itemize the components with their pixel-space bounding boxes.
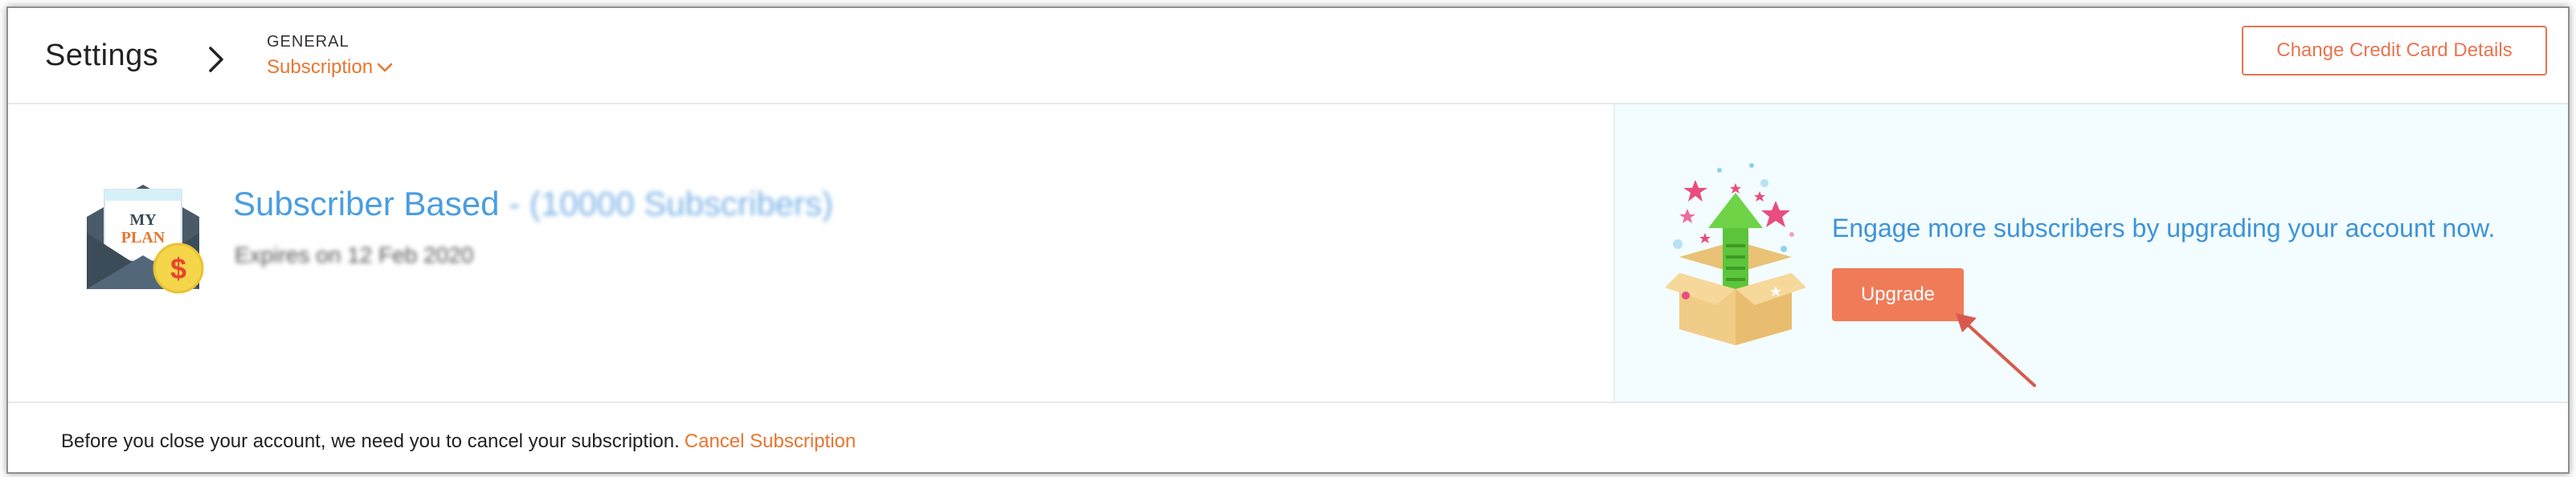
page-title: Settings [45,39,159,72]
cancel-notice: Before you close your account, we need y… [61,430,856,453]
upgrade-message: Engage more subscribers by upgrading you… [1832,214,2496,243]
gift-box-arrow-icon [1665,163,1806,345]
change-credit-card-button[interactable]: Change Credit Card Details [2242,26,2547,75]
upgrade-panel: Engage more subscribers by upgrading you… [1613,104,2568,402]
svg-text:MY: MY [129,211,157,229]
breadcrumb-section: GENERAL [267,33,350,51]
chevron-right-icon [209,47,223,72]
header-bar: Settings GENERAL Subscription Change Cre… [8,8,2568,104]
cancel-subscription-link[interactable]: Cancel Subscription [685,430,856,452]
cancel-notice-text: Before you close your account, we need y… [61,430,680,452]
plan-panel: MY PLAN $ Subscriber Based - (10000 Subs… [8,104,1613,402]
plan-subscriber-count: (10000 Subscribers) [529,185,834,222]
subscription-dropdown-label: Subscription [267,56,374,78]
svg-text:$: $ [170,252,186,285]
breadcrumb: GENERAL Subscription [267,32,394,79]
footer-bar: Before you close your account, we need y… [8,402,2568,472]
settings-window: Settings GENERAL Subscription Change Cre… [6,6,2570,474]
plan-separator: - [499,185,530,222]
plan-expiry: Expires on 12 Feb 2020 [235,243,474,267]
chevron-down-icon [377,63,393,72]
pointer-arrow-icon [1956,313,2036,387]
subscription-dropdown[interactable]: Subscription [267,56,394,79]
svg-text:PLAN: PLAN [121,229,166,247]
plan-name: Subscriber Based - (10000 Subscribers) [233,185,833,223]
upgrade-button[interactable]: Upgrade [1832,268,1964,321]
plan-type: Subscriber Based [233,185,500,222]
plan-envelope-icon: MY PLAN $ [87,185,204,294]
